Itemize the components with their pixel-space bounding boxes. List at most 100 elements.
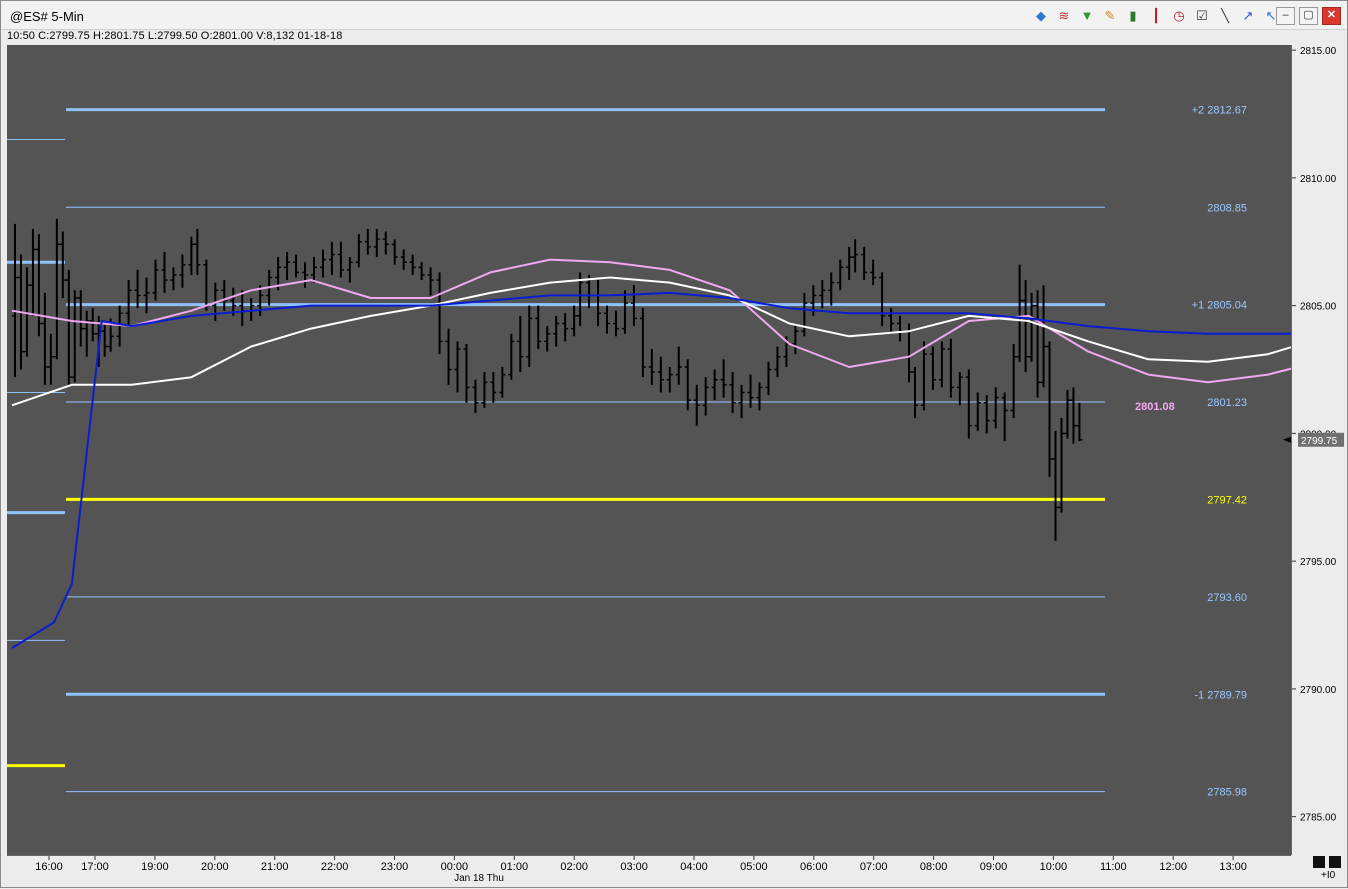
- ohlc-bar: [143, 277, 150, 314]
- ohlc-bar: [125, 280, 132, 327]
- ohlc-bar: [170, 267, 177, 291]
- ohlc-bar: [59, 231, 66, 298]
- clock-icon[interactable]: ◷: [1169, 7, 1189, 25]
- restore-button[interactable]: ▢: [1299, 7, 1318, 25]
- funnel-icon[interactable]: ▼: [1077, 7, 1097, 25]
- ohlc-bar: [837, 259, 844, 291]
- last-price-arrow-icon: [1283, 436, 1291, 443]
- x-tick-label: 01:00: [501, 861, 529, 873]
- x-tick-label: 10:00: [1040, 861, 1068, 873]
- band-label: 2808.85: [1207, 202, 1247, 214]
- ohlc-bar: [956, 372, 963, 406]
- plot-area[interactable]: +2 2812.67 2808.85 +1 2805.04 2801.23 2797.4…: [7, 45, 1291, 855]
- corner-controls: +I0: [1313, 856, 1343, 884]
- ohlc-bar: [382, 231, 389, 255]
- time-axis[interactable]: 16:00 17:00 19:00 20:00 21:00 22:00 23:00 00:00…: [7, 855, 1291, 884]
- ohlc-bar: [765, 361, 772, 396]
- price-chart: +2 2812.67 2808.85 +1 2805.04 2801.23 2797.4…: [7, 105, 1291, 799]
- y-tick-label: 2785.00: [1300, 813, 1337, 824]
- ohlc-bar: [792, 323, 799, 355]
- line-tool-icon[interactable]: ╲: [1215, 7, 1235, 25]
- ohlc-bar: [373, 228, 380, 258]
- ohlc-bar: [1070, 387, 1077, 444]
- ohlc-bar: [938, 341, 945, 388]
- ohlc-bar: [47, 333, 54, 385]
- x-tick-label: 22:00: [321, 861, 349, 873]
- bar-chart-icon[interactable]: ▮: [1123, 7, 1143, 25]
- ohlc-bar: [657, 356, 664, 393]
- x-tick-label: 03:00: [620, 861, 648, 873]
- band-label: 2785.98: [1207, 787, 1247, 799]
- x-tick-label: 09:00: [980, 861, 1008, 873]
- ohlc-bar: [83, 310, 90, 357]
- ohlc-bar: [400, 249, 407, 270]
- x-tick-label: 06:00: [800, 861, 828, 873]
- cube-icon[interactable]: ◆: [1031, 7, 1051, 25]
- window-controls: – ▢ ✕: [1276, 7, 1341, 25]
- pencil-icon[interactable]: ✎: [1100, 7, 1120, 25]
- ohlc-bar: [391, 239, 398, 265]
- ohlc-bar: [711, 369, 718, 401]
- price-axis[interactable]: 2815.002810.002805.002800.002795.002790.…: [1291, 45, 1344, 855]
- ohlc-bar: [508, 333, 515, 380]
- x-tick-label: 02:00: [560, 861, 588, 873]
- ohlc-bar: [319, 249, 326, 278]
- ohlc-bar: [310, 257, 317, 283]
- trend-icon[interactable]: ↗: [1238, 7, 1258, 25]
- corner-box-right[interactable]: [1329, 856, 1341, 868]
- close-button[interactable]: ✕: [1322, 7, 1341, 25]
- x-tick-label: 04:00: [680, 861, 708, 873]
- ohlc-bar: [983, 395, 990, 434]
- candlestick-icon[interactable]: ┃: [1146, 7, 1166, 25]
- ohlc-bar: [595, 280, 602, 327]
- ohlc-bar: [974, 392, 981, 431]
- chart-toolbar: ◆ ≋ ▼ ✎ ▮ ┃ ◷ ☑ ╲ ↗ ↖: [1031, 7, 1281, 27]
- ohlc-bar: [1016, 264, 1023, 362]
- ohlc-bar: [911, 366, 918, 419]
- ohlc-bar: [101, 323, 108, 357]
- ohlc-bar: [454, 341, 461, 393]
- ohlc-bar: [1001, 392, 1008, 442]
- ohlc-bar: [11, 223, 18, 378]
- ohlc-bar: [562, 313, 569, 342]
- ohlc-bar: [544, 326, 551, 352]
- ohlc-bar: [571, 305, 578, 337]
- ohlc-bar: [65, 269, 72, 385]
- blue-ma-line: [11, 291, 1291, 649]
- ohlc-bar: [409, 254, 416, 275]
- ohlc-bar: [756, 382, 763, 411]
- corner-label: +I0: [1321, 870, 1336, 881]
- checklist-icon[interactable]: ☑: [1192, 7, 1212, 25]
- y-tick-label: 2790.00: [1300, 685, 1337, 696]
- ohlc-bar: [648, 349, 655, 385]
- ohlc-bar: [35, 234, 42, 337]
- ohlc-bar: [774, 346, 781, 378]
- x-tick-label: 08:00: [920, 861, 948, 873]
- x-tick-label: 19:00: [141, 861, 169, 873]
- title-bar[interactable]: @ES# 5-Min ◆ ≋ ▼ ✎ ▮ ┃ ◷ ☑ ╲ ↗ ↖ – ▢ ✕: [1, 1, 1347, 30]
- x-tick-label: 17:00: [81, 861, 109, 873]
- ohlc-bar: [1034, 290, 1041, 398]
- ohlc-bar: [302, 262, 309, 288]
- ohlc-bar: [1076, 402, 1083, 442]
- ohlc-bar: [1052, 430, 1059, 541]
- x-tick-label: 00:00: [441, 861, 469, 873]
- ohlc-bar: [852, 239, 859, 273]
- ohlc-bar: [41, 292, 48, 385]
- x-date-label: Jan 18 Thu: [454, 873, 504, 884]
- ohlc-bar: [1064, 389, 1071, 439]
- ohlc-bar: [203, 259, 210, 311]
- ohlc-bar: [639, 308, 646, 378]
- minimize-button[interactable]: –: [1276, 7, 1295, 25]
- ohlc-bar: [1046, 341, 1053, 477]
- x-tick-label: 16:00: [35, 861, 63, 873]
- ohlc-bar: [666, 366, 673, 393]
- ohlc-bar: [612, 310, 619, 337]
- ohlc-bar: [702, 377, 709, 416]
- ohlc-info-bar: 10:50 C:2799.75 H:2801.75 L:2799.50 O:28…: [7, 30, 343, 42]
- waves-icon[interactable]: ≋: [1054, 7, 1074, 25]
- ohlc-bar: [337, 241, 344, 278]
- corner-box-left[interactable]: [1313, 856, 1325, 868]
- ohlc-bar: [29, 228, 36, 316]
- y-tick-label: 2815.00: [1300, 46, 1337, 57]
